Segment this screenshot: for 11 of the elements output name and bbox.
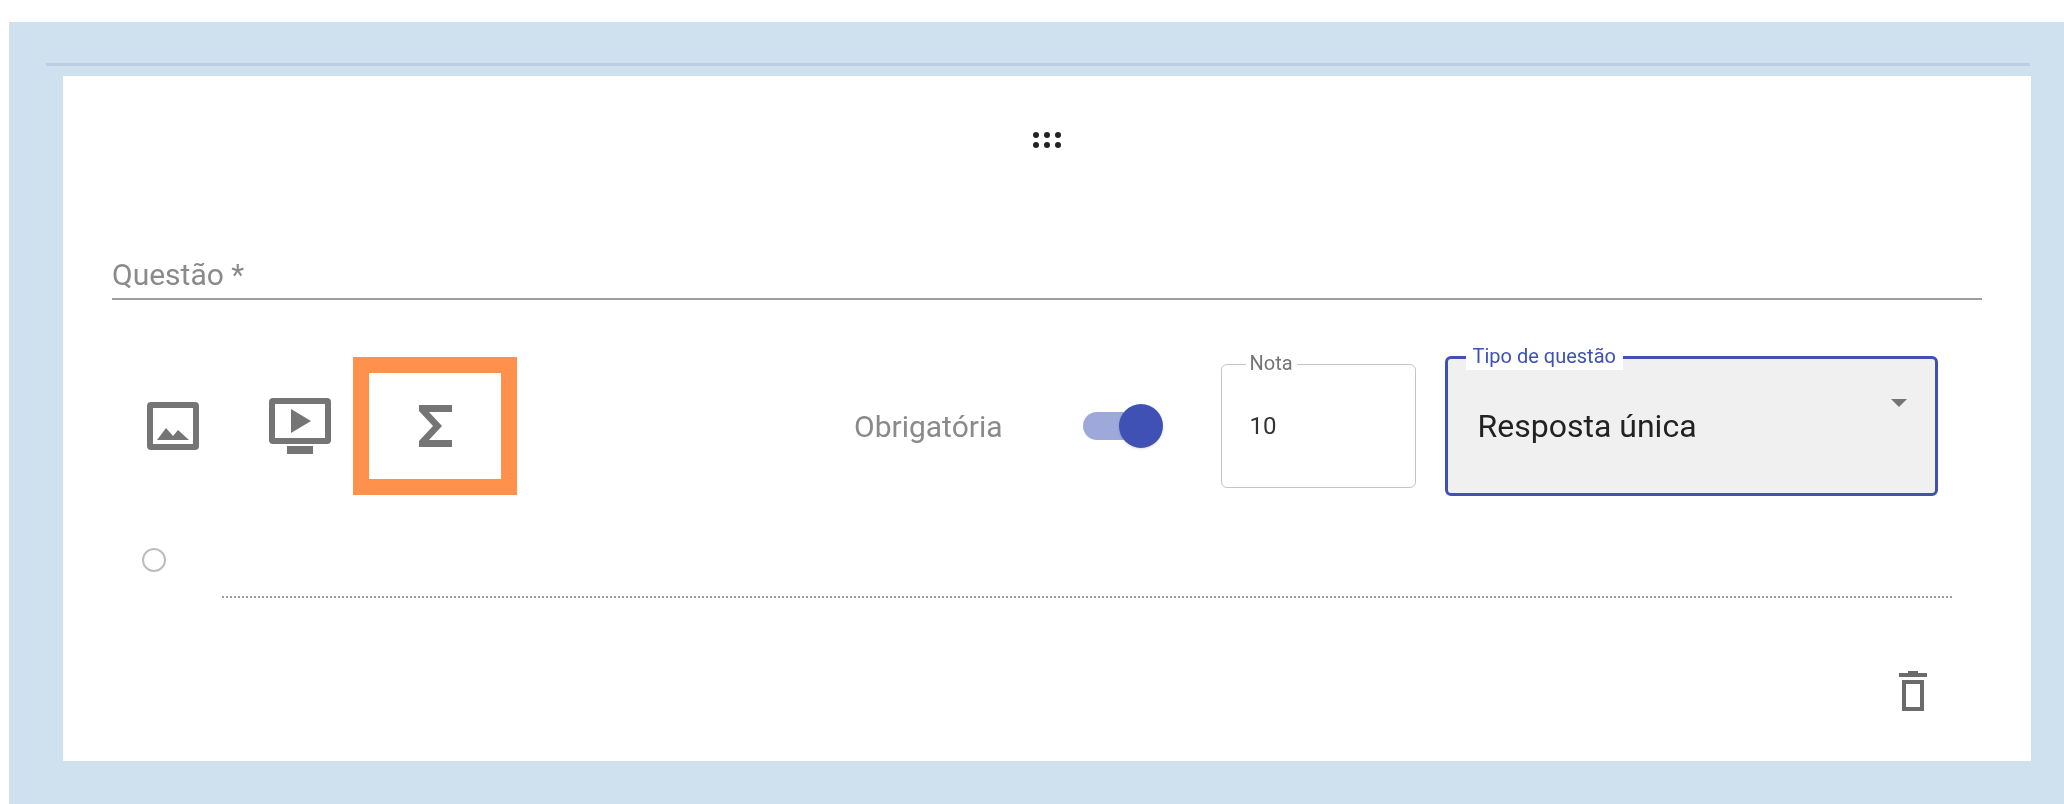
- trash-icon[interactable]: [1899, 671, 1927, 711]
- question-type-value: Resposta única: [1477, 406, 1697, 447]
- question-label: Questão *: [112, 255, 245, 294]
- score-value: 10: [1249, 411, 1277, 442]
- required-label: Obrigatória: [854, 407, 1003, 446]
- radio-button[interactable]: [142, 548, 166, 572]
- dropdown-caret-icon: [1890, 399, 1907, 407]
- sigma-icon: [417, 405, 453, 447]
- video-screen-icon: [267, 396, 333, 456]
- highlighted-formula-button[interactable]: [353, 357, 517, 495]
- drag-handle-icon[interactable]: [1032, 131, 1062, 149]
